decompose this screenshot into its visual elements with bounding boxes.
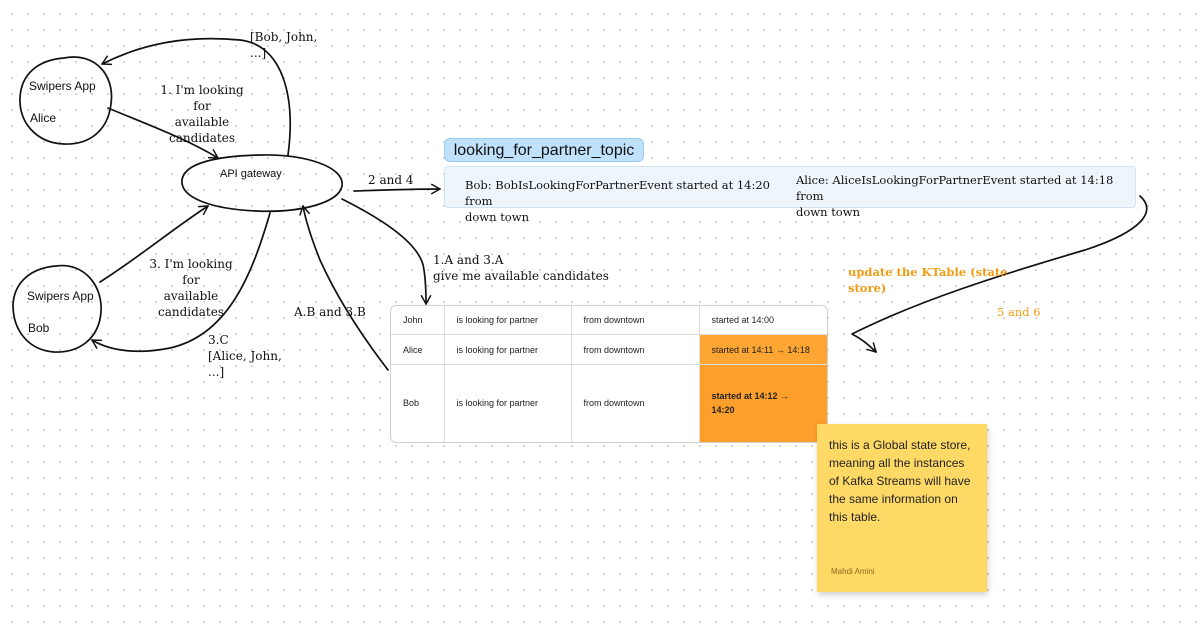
table-cell-location: from downtown (571, 306, 700, 336)
annotation-line: [Alice, John, (208, 349, 282, 363)
table-cell-started-highlighted: started at 14:12 → 14:20 (699, 364, 827, 442)
topic-name-pill[interactable]: looking_for_partner_topic (444, 138, 644, 162)
ktable-state-store[interactable]: John is looking for partner from downtow… (390, 305, 828, 443)
event-line: Alice: AliceIsLookingForPartnerEvent sta… (796, 173, 1114, 203)
annotation-bob-request: 3. I'm looking for available candidates (143, 256, 239, 320)
annotation-alice-request: 1. I'm looking for available candidates (154, 82, 250, 146)
annotation-line: 1. I'm looking for (160, 83, 244, 113)
annotation-query: 1.A and 3.A give me available candidates (433, 252, 609, 284)
table-cell-location: from downtown (571, 364, 700, 442)
sticky-line: this table. (829, 510, 881, 524)
annotation-line: give me available candidates (433, 269, 609, 283)
cell-line: started at 14:12 → (711, 391, 790, 402)
bob-app-node-outline[interactable] (12, 264, 102, 353)
sticky-note-author: Mahdi Amini (831, 567, 875, 576)
table-cell-status: is looking for partner (444, 306, 572, 336)
topic-event-bob: Bob: BobIsLookingForPartnerEvent started… (465, 177, 785, 225)
api-gateway-label: API gateway (220, 168, 282, 180)
sticky-line: meaning all the instances (829, 456, 965, 470)
table-cell-status: is looking for partner (444, 364, 572, 442)
alice-app-title: Swipers App (29, 79, 96, 93)
topic-event-alice: Alice: AliceIsLookingForPartnerEvent sta… (796, 172, 1126, 220)
api-gateway-node-outline[interactable] (181, 154, 343, 213)
annotation-line: 3.C (208, 333, 229, 347)
annotation-line: 3. I'm looking for (149, 257, 233, 287)
table-cell-location: from downtown (571, 334, 700, 365)
annotation-query-result: A.B and 3.B (294, 305, 366, 319)
annotation-line: update the KTable (state (848, 265, 1008, 279)
table-cell-name: Alice (391, 334, 445, 365)
table-cell-started-highlighted: started at 14:11 → 14:18 (699, 334, 827, 365)
sticky-line: this is a Global state store, (829, 438, 971, 452)
annotation-line: candidates (157, 305, 225, 319)
table-row[interactable]: Bob is looking for partner from downtown… (391, 364, 827, 442)
alice-app-node-outline[interactable] (19, 56, 113, 145)
table-row[interactable]: John is looking for partner from downtow… (391, 306, 827, 336)
topic-events-box[interactable]: Bob: BobIsLookingForPartnerEvent started… (444, 166, 1136, 224)
table-cell-name: Bob (391, 364, 445, 442)
annotation-line: ...] (208, 365, 225, 379)
table-row[interactable]: Alice is looking for partner from downto… (391, 334, 827, 365)
arrow-gateway-to-topic (353, 183, 441, 195)
bob-app-title: Swipers App (27, 289, 94, 303)
annotation-line: available (163, 289, 219, 303)
event-line: Bob: BobIsLookingForPartnerEvent started… (465, 178, 770, 208)
sticky-note-text: this is a Global state store, meaning al… (829, 436, 975, 526)
alice-app-user: Alice (30, 111, 57, 125)
annotation-line: available (174, 115, 230, 129)
sticky-line: of Kafka Streams will have (829, 474, 971, 488)
bob-app-user: Bob (28, 321, 50, 335)
annotation-line: candidates (168, 131, 236, 145)
annotation-bob-response: 3.C [Alice, John, ...] (208, 332, 282, 380)
annotation-update-steps: 5 and 6 (997, 305, 1041, 319)
table-cell-status: is looking for partner (444, 334, 572, 365)
sticky-line: the same information on (829, 492, 958, 506)
sticky-note[interactable]: this is a Global state store, meaning al… (817, 424, 987, 592)
annotation-update-ktable: update the KTable (state store) (848, 264, 1007, 296)
table-cell-name: John (391, 306, 445, 336)
annotation-line: [Bob, John, (250, 30, 318, 44)
annotation-line: store) (848, 281, 887, 295)
arrow-ktable-to-gateway (299, 205, 389, 371)
ktable-grid: John is looking for partner from downtow… (391, 306, 827, 442)
table-cell-started: started at 14:00 (699, 306, 827, 336)
annotation-line: 1.A and 3.A (433, 253, 504, 267)
arrow-gateway-to-ktable (341, 198, 432, 305)
annotation-publish: 2 and 4 (368, 173, 414, 187)
annotation-line: ...] (250, 46, 267, 60)
annotation-alice-response: [Bob, John, ...] (250, 29, 317, 61)
cell-line: 14:20 (711, 405, 735, 416)
event-line: down town (796, 205, 860, 219)
event-line: down town (465, 210, 529, 224)
